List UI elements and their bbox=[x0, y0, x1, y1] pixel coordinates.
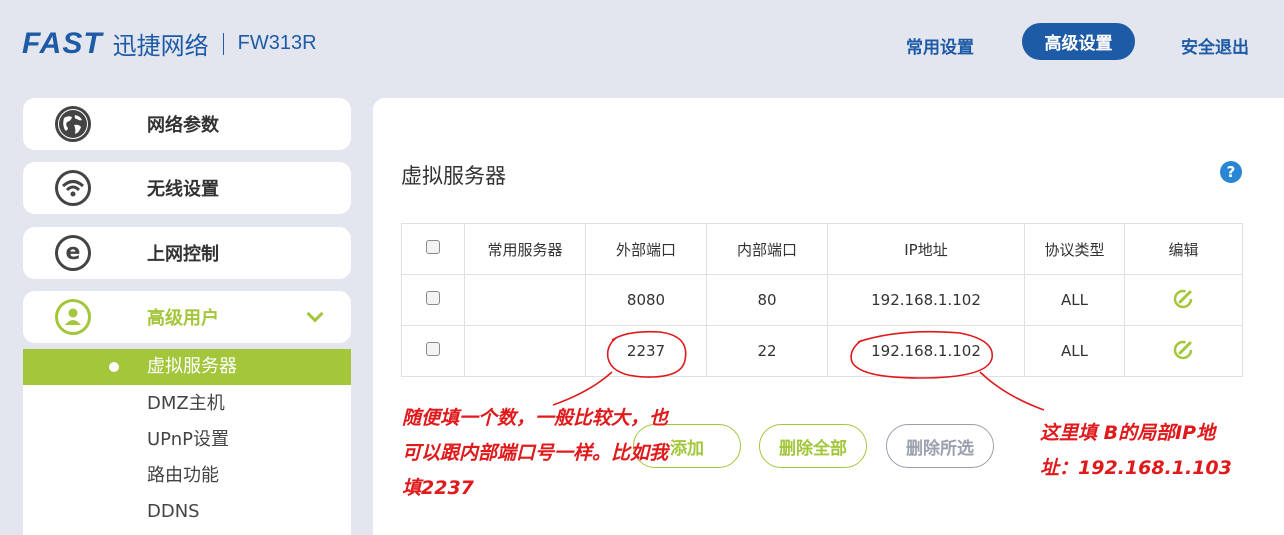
table-header-row: 常用服务器 外部端口 内部端口 IP地址 协议类型 编辑 bbox=[401, 223, 1243, 275]
device-model: FW313R bbox=[237, 32, 317, 54]
user-icon bbox=[55, 299, 91, 335]
submenu-item-ddns[interactable]: DDNS bbox=[23, 494, 351, 530]
delete-all-button[interactable]: 删除全部 bbox=[759, 424, 867, 468]
nav-advanced-settings[interactable]: 高级设置 bbox=[1022, 23, 1135, 60]
page-title: 虚拟服务器 bbox=[401, 164, 506, 188]
submenu-item-routing[interactable]: 路由功能 bbox=[23, 458, 351, 494]
sidebar-item-label: 网络参数 bbox=[147, 115, 219, 136]
ie-icon: e bbox=[55, 235, 91, 271]
sidebar-item-wireless[interactable]: 无线设置 bbox=[23, 162, 351, 214]
annotation-right-note: 这里填 B的局部IP地址：192.168.1.103 bbox=[1040, 422, 1232, 479]
cell-service bbox=[464, 325, 586, 377]
cell-internal-port: 80 bbox=[706, 274, 828, 326]
brand-logo-text: FAST bbox=[22, 26, 103, 60]
cell-external-port: 2237 bbox=[585, 325, 707, 377]
row-select-cell bbox=[401, 325, 465, 377]
cell-ip-address: 192.168.1.102 bbox=[827, 325, 1025, 377]
column-header: 编辑 bbox=[1124, 223, 1243, 275]
select-all-checkbox[interactable] bbox=[426, 240, 440, 254]
sidebar-item-label: 上网控制 bbox=[147, 244, 219, 265]
column-header: 内部端口 bbox=[706, 223, 828, 275]
column-header: 常用服务器 bbox=[464, 223, 586, 275]
select-all-cell bbox=[401, 223, 465, 275]
cell-protocol: ALL bbox=[1024, 274, 1125, 326]
submenu-item-label: 路由功能 bbox=[147, 465, 219, 486]
submenu-item-label: 虚拟服务器 bbox=[147, 356, 237, 377]
row-select-cell bbox=[401, 274, 465, 326]
submenu-item-virtual-server[interactable]: 虚拟服务器 bbox=[23, 349, 351, 385]
sidebar-item-label: 无线设置 bbox=[147, 179, 219, 200]
chevron-down-icon[interactable] bbox=[306, 305, 324, 323]
cell-external-port: 8080 bbox=[585, 274, 707, 326]
header: FAST 迅捷网络 FW313R 常用设置 高级设置 安全退出 bbox=[0, 0, 1284, 85]
help-icon[interactable]: ? bbox=[1220, 161, 1242, 183]
cell-service bbox=[464, 274, 586, 326]
wifi-icon bbox=[55, 170, 91, 206]
cell-internal-port: 22 bbox=[706, 325, 828, 377]
row-checkbox[interactable] bbox=[426, 342, 440, 356]
sidebar-submenu: 虚拟服务器 DMZ主机 UPnP设置 路由功能 DDNS bbox=[23, 349, 351, 535]
cell-ip-address: 192.168.1.102 bbox=[827, 274, 1025, 326]
sidebar-item-network[interactable]: 网络参数 bbox=[23, 98, 351, 150]
globe-icon bbox=[55, 106, 91, 142]
edit-icon[interactable] bbox=[1173, 287, 1195, 309]
edit-icon[interactable] bbox=[1173, 338, 1195, 360]
cell-protocol: ALL bbox=[1024, 325, 1125, 377]
nav-logout[interactable]: 安全退出 bbox=[1181, 33, 1249, 58]
brand-name: 迅捷网络 bbox=[112, 32, 209, 60]
logo-divider bbox=[222, 32, 224, 55]
cell-edit bbox=[1124, 325, 1243, 377]
cell-edit bbox=[1124, 274, 1243, 326]
annotation-left-note: 随便填一个数，一般比较大，也可以跟内部端口号一样。比如我填2237 bbox=[402, 407, 669, 499]
sidebar-item-advanced-user[interactable]: 高级用户 bbox=[23, 291, 351, 343]
delete-selected-button[interactable]: 删除所选 bbox=[886, 424, 994, 468]
submenu-item-label: DMZ主机 bbox=[147, 393, 225, 414]
table-row: 8080 80 192.168.1.102 ALL bbox=[401, 274, 1243, 326]
table-row: 2237 22 192.168.1.102 ALL bbox=[401, 325, 1243, 377]
virtual-server-table: 常用服务器 外部端口 内部端口 IP地址 协议类型 编辑 8080 80 192… bbox=[401, 223, 1243, 377]
column-header: 协议类型 bbox=[1024, 223, 1125, 275]
column-header: IP地址 bbox=[827, 223, 1025, 275]
active-dot-icon bbox=[109, 362, 119, 372]
submenu-item-label: UPnP设置 bbox=[147, 429, 229, 450]
submenu-item-label: DDNS bbox=[147, 501, 200, 522]
sidebar-item-label: 高级用户 bbox=[147, 308, 219, 329]
row-checkbox[interactable] bbox=[426, 291, 440, 305]
brand-logo: FAST 迅捷网络 FW313R bbox=[22, 26, 317, 61]
submenu-item-dmz[interactable]: DMZ主机 bbox=[23, 386, 351, 422]
sidebar-item-access-control[interactable]: e 上网控制 bbox=[23, 227, 351, 279]
column-header: 外部端口 bbox=[585, 223, 707, 275]
submenu-item-upnp[interactable]: UPnP设置 bbox=[23, 422, 351, 458]
nav-common-settings[interactable]: 常用设置 bbox=[906, 33, 974, 58]
